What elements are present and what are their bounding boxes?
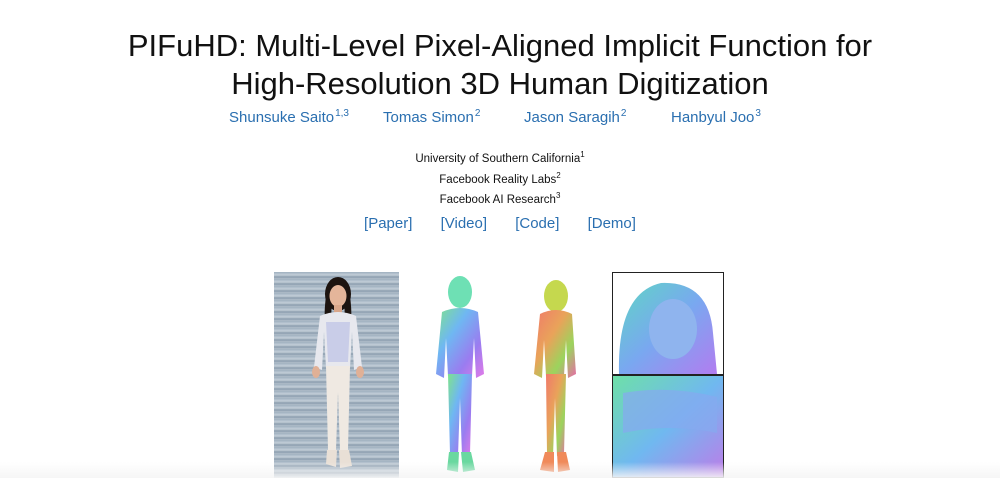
teaser-figure <box>0 272 1000 478</box>
reconstruction-back-view <box>534 280 576 472</box>
video-link[interactable]: [Video] <box>441 215 487 232</box>
author-link-joo[interactable]: Hanbyul Joo3 <box>671 108 761 126</box>
reconstruction-front-view <box>436 276 484 472</box>
affiliation-fair: Facebook AI Research3 <box>439 191 561 206</box>
bottom-fade <box>0 462 1000 478</box>
author-link-simon[interactable]: Tomas Simon2 <box>383 108 480 126</box>
title-line-1: PIFuHD: Multi-Level Pixel-Aligned Implic… <box>127 27 873 63</box>
demo-link[interactable]: [Demo] <box>588 215 636 232</box>
author-link-saragih[interactable]: Jason Saragih2 <box>524 108 626 126</box>
author-link-saito[interactable]: Shunsuke Saito1,3 <box>229 108 349 126</box>
affiliation-frl: Facebook Reality Labs2 <box>439 170 561 186</box>
zoom-panel-divider <box>613 374 723 376</box>
zoomed-detail-panel <box>612 272 724 478</box>
author-list: Shunsuke Saito1,3 Tomas Simon2 Jason Sar… <box>0 108 1000 130</box>
title-line-2: High-Resolution 3D Human Digitization <box>231 65 769 101</box>
affiliations: University of Southern California1 Faceb… <box>0 147 1000 209</box>
paper-link[interactable]: [Paper] <box>364 215 412 232</box>
person-photo-illustration <box>312 277 364 468</box>
resource-links: [Paper] [Video] [Code] [Demo] <box>0 215 1000 232</box>
affiliation-usc: University of Southern California1 <box>415 150 585 165</box>
input-photo <box>274 272 399 478</box>
code-link[interactable]: [Code] <box>515 215 559 232</box>
page-title: PIFuHD: Multi-Level Pixel-Aligned Implic… <box>0 27 1000 103</box>
